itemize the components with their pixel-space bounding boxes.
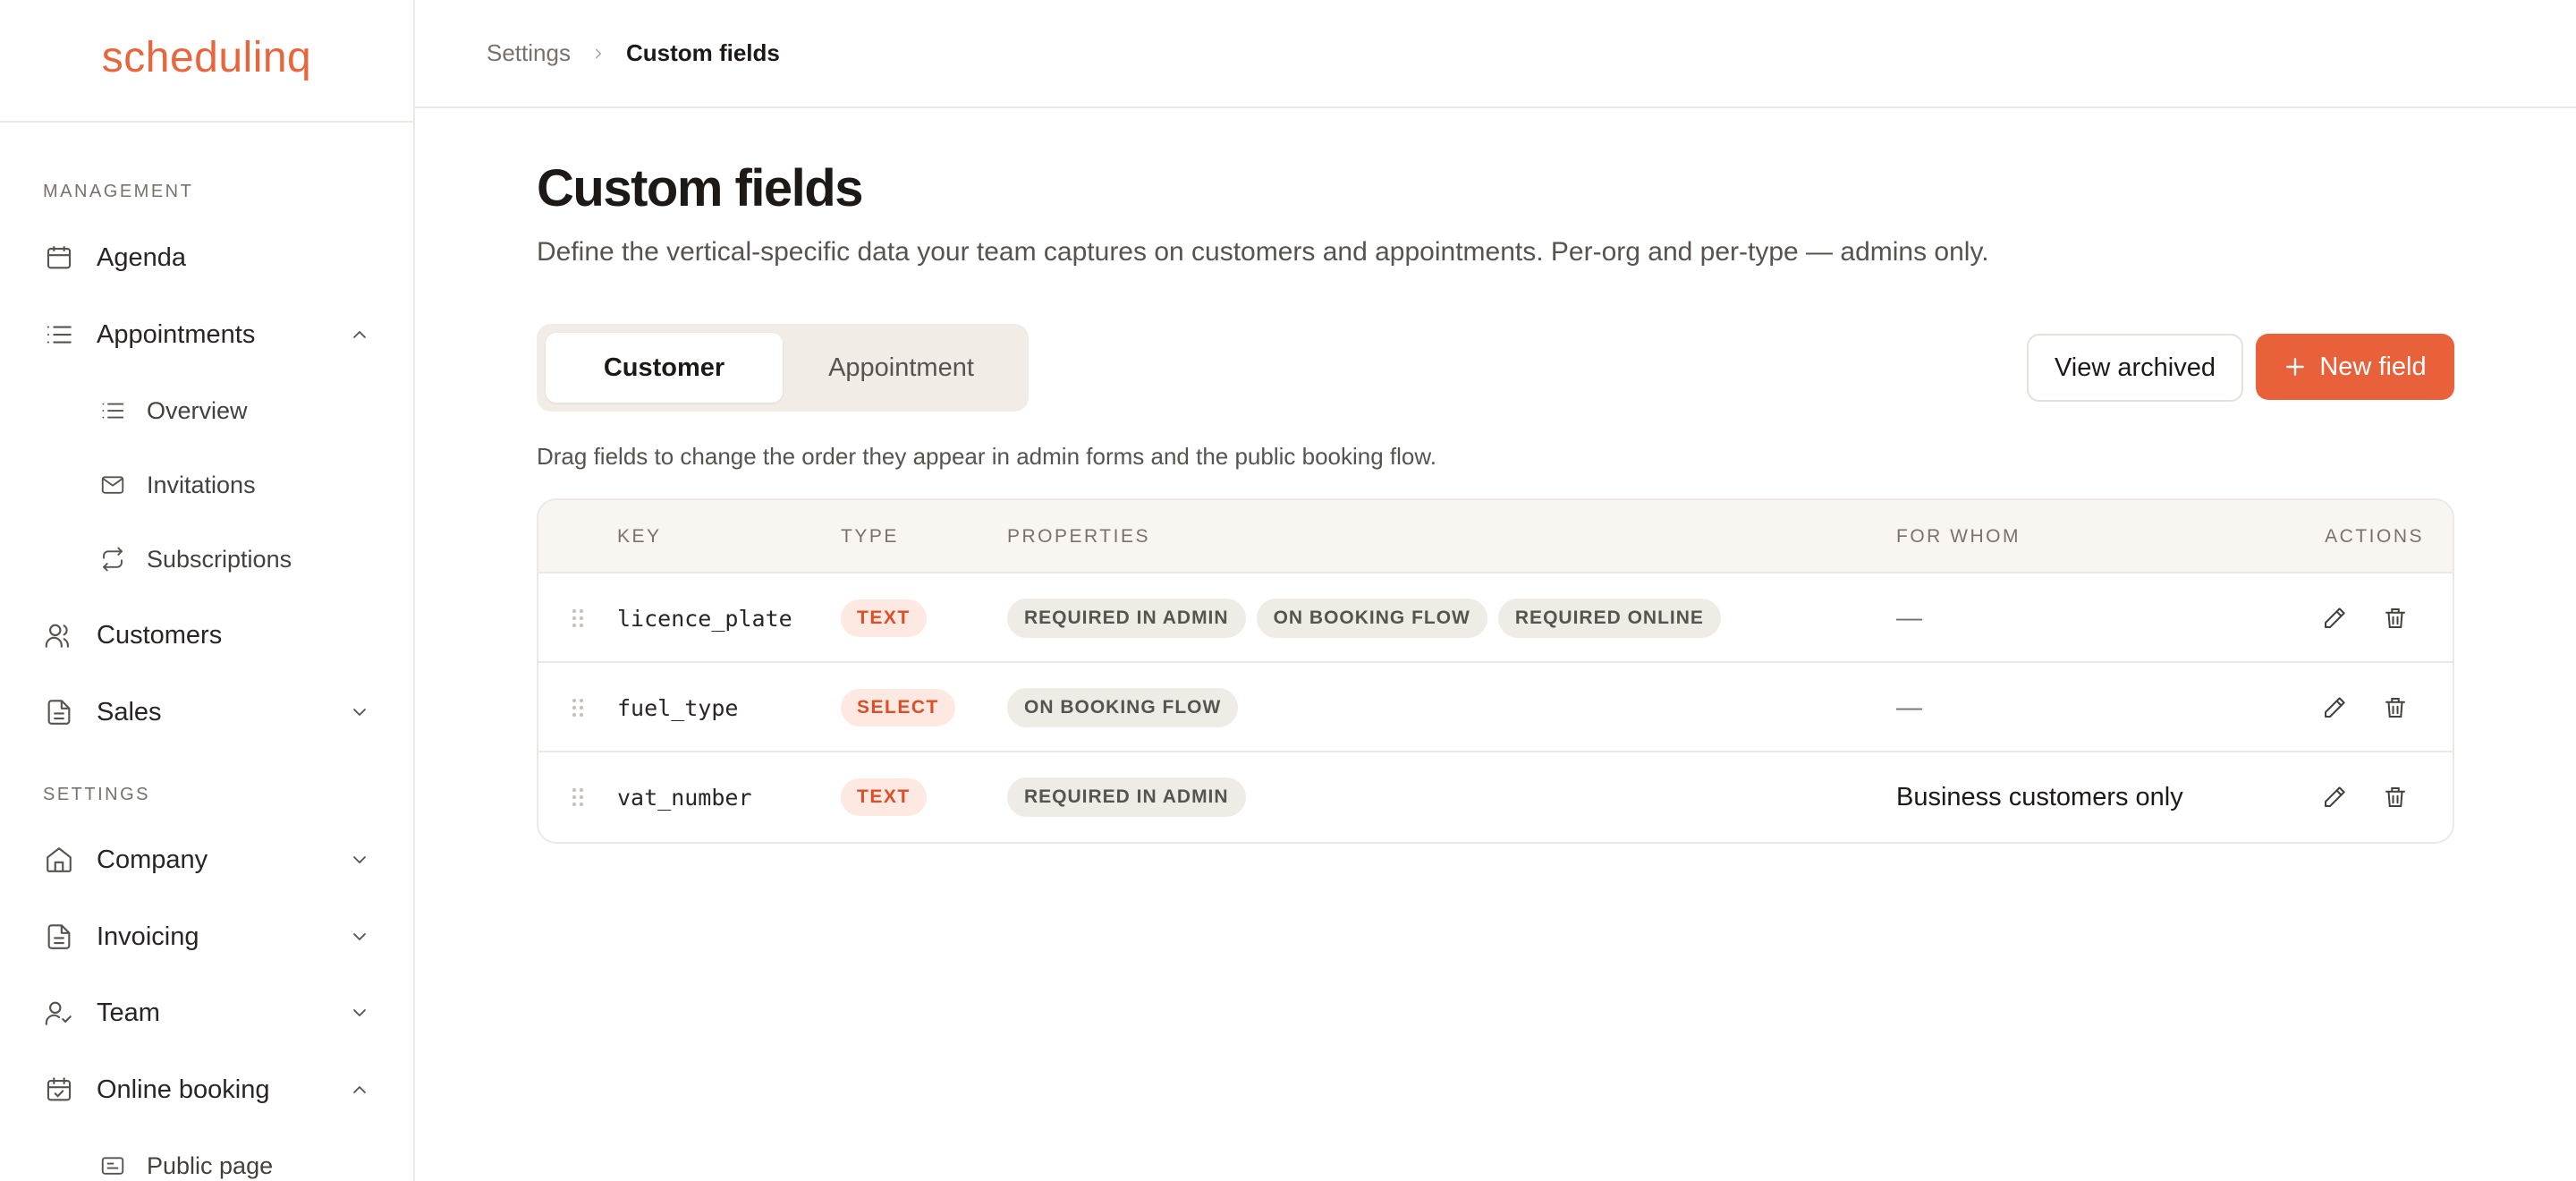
app-root: schedulinq MANAGEMENT Agenda Appointment… bbox=[0, 0, 2576, 1181]
table-header: KEY TYPE PROPERTIES FOR WHOM ACTIONS bbox=[538, 500, 2453, 574]
sidebar-item-label: Public page bbox=[147, 1151, 274, 1179]
chevron-down-icon[interactable] bbox=[349, 701, 370, 723]
property-badge: REQUIRED ONLINE bbox=[1497, 599, 1721, 638]
column-header-type: TYPE bbox=[841, 526, 899, 547]
new-field-button[interactable]: New field bbox=[2256, 334, 2454, 400]
column-header-properties: PROPERTIES bbox=[1007, 526, 1150, 547]
user-check-icon bbox=[43, 997, 75, 1029]
sidebar-item-online-booking[interactable]: Online booking bbox=[43, 1068, 370, 1111]
sidebar-item-label: Subscriptions bbox=[147, 545, 292, 573]
type-badge: SELECT bbox=[841, 689, 955, 726]
properties-cell: REQUIRED IN ADMIN ON BOOKING FLOW REQUIR… bbox=[1007, 574, 1732, 663]
for-whom-value: — bbox=[1896, 692, 1922, 722]
field-key: licence_plate bbox=[617, 605, 792, 632]
field-key: vat_number bbox=[617, 784, 752, 811]
trash-icon[interactable] bbox=[2379, 692, 2411, 724]
edit-icon[interactable] bbox=[2318, 781, 2351, 813]
sidebar-item-label: Invitations bbox=[147, 471, 256, 498]
sidebar-item-agenda[interactable]: Agenda bbox=[43, 236, 370, 279]
breadcrumb: Settings Custom fields bbox=[415, 0, 2576, 108]
sidebar: schedulinq MANAGEMENT Agenda Appointment… bbox=[0, 0, 415, 1181]
drag-handle-icon[interactable] bbox=[571, 663, 589, 752]
sidebar-item-overview[interactable]: Overview bbox=[97, 389, 370, 432]
sidebar-item-label: Online booking bbox=[97, 1075, 270, 1104]
users-icon bbox=[43, 619, 75, 651]
sidebar-item-public-page[interactable]: Public page bbox=[97, 1144, 370, 1181]
sidebar-item-company[interactable]: Company bbox=[43, 838, 370, 881]
table-row: fuel_type SELECT ON BOOKING FLOW — bbox=[538, 663, 2453, 752]
nav-section-settings: SETTINGS bbox=[43, 785, 151, 804]
chevron-down-icon[interactable] bbox=[349, 926, 370, 947]
trash-icon[interactable] bbox=[2379, 781, 2411, 813]
chevron-down-icon[interactable] bbox=[349, 849, 370, 871]
sidebar-item-label: Team bbox=[97, 998, 160, 1027]
tab-customer[interactable]: Customer bbox=[546, 333, 783, 403]
sidebar-item-label: Invoicing bbox=[97, 922, 199, 951]
table-row: licence_plate TEXT REQUIRED IN ADMIN ON … bbox=[538, 574, 2453, 663]
field-key: fuel_type bbox=[617, 694, 739, 721]
edit-icon[interactable] bbox=[2318, 602, 2351, 634]
sidebar-item-label: Company bbox=[97, 845, 208, 874]
home-icon bbox=[43, 844, 75, 876]
properties-cell: REQUIRED IN ADMIN bbox=[1007, 752, 1257, 842]
sidebar-item-label: Overview bbox=[147, 396, 248, 424]
sidebar-item-label: Agenda bbox=[97, 242, 186, 272]
chevron-right-icon bbox=[595, 48, 602, 58]
for-whom-value: — bbox=[1896, 603, 1922, 633]
chevron-up-icon[interactable] bbox=[349, 1079, 370, 1100]
entity-tabs: Customer Appointment bbox=[537, 324, 1029, 412]
breadcrumb-settings[interactable]: Settings bbox=[487, 39, 571, 67]
list-icon bbox=[43, 319, 75, 351]
property-badge: ON BOOKING FLOW bbox=[1007, 688, 1239, 727]
edit-icon[interactable] bbox=[2318, 692, 2351, 724]
column-header-key: KEY bbox=[617, 526, 662, 547]
main-content: Settings Custom fields Custom fields Def… bbox=[415, 0, 2576, 1181]
type-badge: TEXT bbox=[841, 778, 927, 816]
file-icon bbox=[43, 921, 75, 953]
calendar-check-icon bbox=[43, 1074, 75, 1106]
trash-icon[interactable] bbox=[2379, 602, 2411, 634]
breadcrumb-current: Custom fields bbox=[625, 39, 780, 66]
view-archived-button[interactable]: View archived bbox=[2027, 334, 2243, 402]
property-badge: REQUIRED IN ADMIN bbox=[1007, 599, 1246, 638]
for-whom-value: Business customers only bbox=[1896, 782, 2183, 811]
drag-handle-icon[interactable] bbox=[571, 752, 589, 842]
table-row: vat_number TEXT REQUIRED IN ADMIN Busine… bbox=[538, 752, 2453, 842]
sidebar-item-label: Sales bbox=[97, 697, 162, 726]
sidebar-item-customers[interactable]: Customers bbox=[43, 614, 370, 657]
column-header-actions: ACTIONS bbox=[2325, 526, 2424, 547]
sidebar-item-label: Appointments bbox=[97, 319, 256, 349]
sidebar-item-subscriptions[interactable]: Subscriptions bbox=[97, 538, 370, 581]
sidebar-item-invoicing[interactable]: Invoicing bbox=[43, 915, 370, 958]
tab-appointment[interactable]: Appointment bbox=[783, 333, 1020, 403]
plus-icon bbox=[2286, 358, 2305, 376]
calendar-icon bbox=[43, 242, 75, 274]
page-title: Custom fields bbox=[537, 159, 864, 217]
sidebar-item-appointments[interactable]: Appointments bbox=[43, 313, 370, 356]
sidebar-item-label: Customers bbox=[97, 620, 223, 650]
nav-section-management: MANAGEMENT bbox=[43, 182, 194, 201]
custom-fields-table: KEY TYPE PROPERTIES FOR WHOM ACTIONS lic… bbox=[537, 498, 2454, 844]
brand-logo[interactable]: schedulinq bbox=[102, 33, 312, 82]
sidebar-item-invitations[interactable]: Invitations bbox=[97, 463, 370, 506]
new-field-label: New field bbox=[2319, 352, 2427, 381]
type-badge: TEXT bbox=[841, 599, 927, 637]
logo-area: schedulinq bbox=[0, 0, 413, 123]
file-icon bbox=[43, 696, 75, 728]
chevron-down-icon[interactable] bbox=[349, 1002, 370, 1024]
list-icon bbox=[97, 395, 129, 427]
sidebar-item-sales[interactable]: Sales bbox=[43, 691, 370, 734]
mail-icon bbox=[97, 469, 129, 501]
column-header-for-whom: FOR WHOM bbox=[1896, 526, 2021, 547]
properties-cell: ON BOOKING FLOW bbox=[1007, 663, 1249, 752]
property-badge: REQUIRED IN ADMIN bbox=[1007, 777, 1246, 817]
card-icon bbox=[97, 1150, 129, 1181]
property-badge: ON BOOKING FLOW bbox=[1256, 599, 1487, 638]
page-description: Define the vertical-specific data your t… bbox=[537, 237, 1989, 267]
drag-hint: Drag fields to change the order they app… bbox=[537, 443, 1436, 470]
repeat-icon bbox=[97, 543, 129, 575]
drag-handle-icon[interactable] bbox=[571, 574, 589, 663]
sidebar-item-team[interactable]: Team bbox=[43, 991, 370, 1034]
chevron-up-icon[interactable] bbox=[349, 324, 370, 345]
